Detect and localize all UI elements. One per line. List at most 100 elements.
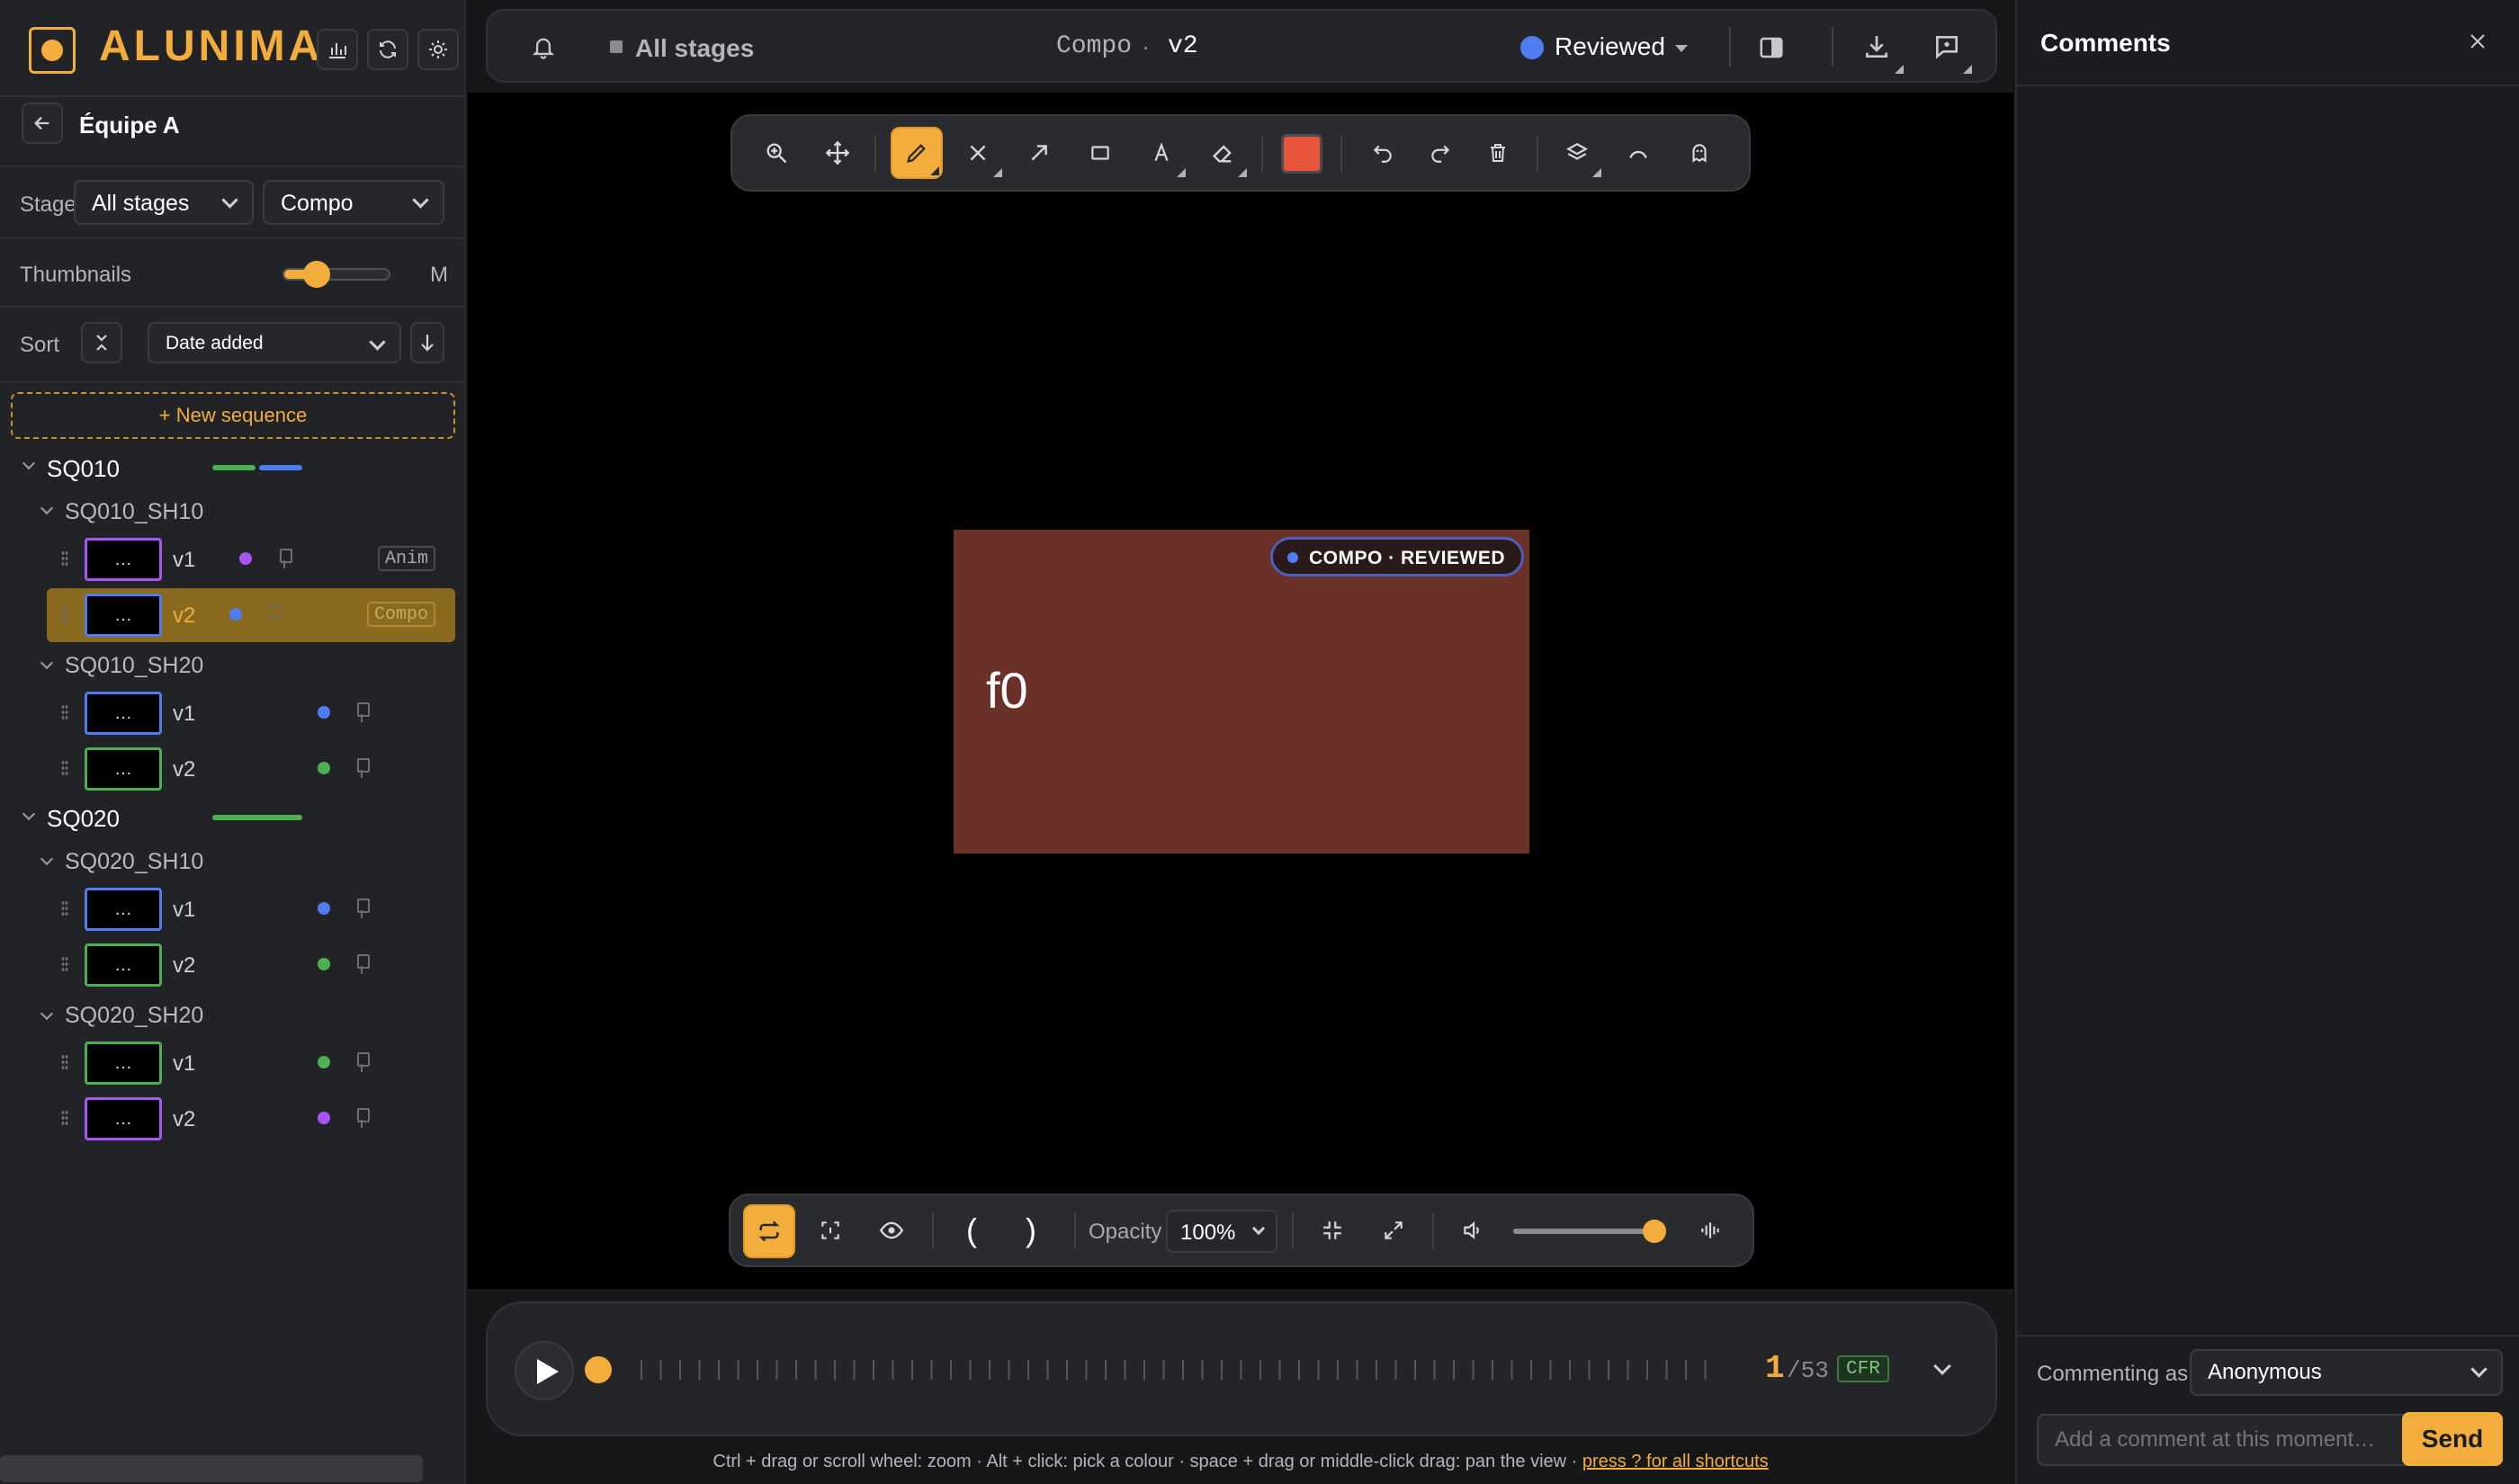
comment-input[interactable] bbox=[2037, 1414, 2416, 1466]
version-label[interactable]: v1 bbox=[173, 548, 195, 573]
pin-icon[interactable] bbox=[266, 604, 282, 624]
pin-icon[interactable] bbox=[354, 702, 370, 722]
sequence-name[interactable]: SQ010 bbox=[47, 455, 120, 483]
close-icon[interactable] bbox=[2467, 31, 2488, 52]
new-sequence-button[interactable]: + New sequence bbox=[11, 392, 455, 439]
play-button[interactable] bbox=[515, 1341, 574, 1400]
clear-button[interactable] bbox=[1472, 127, 1524, 179]
drag-handle-icon[interactable] bbox=[61, 704, 68, 720]
version-label[interactable]: v1 bbox=[173, 1051, 195, 1077]
version-label[interactable]: v2 bbox=[173, 603, 195, 629]
playhead[interactable] bbox=[585, 1356, 612, 1383]
stats-button[interactable] bbox=[317, 29, 358, 70]
fullscreen-button[interactable] bbox=[1367, 1204, 1420, 1256]
pin-icon[interactable] bbox=[354, 758, 370, 778]
drag-handle-icon[interactable] bbox=[61, 606, 68, 622]
zoom-tool-button[interactable] bbox=[750, 127, 802, 179]
version-label[interactable]: v2 bbox=[173, 1107, 195, 1132]
chevron-down-icon[interactable] bbox=[22, 807, 36, 821]
version-label[interactable]: v2 bbox=[173, 953, 195, 979]
version-label[interactable]: v1 bbox=[173, 898, 195, 923]
bell-icon[interactable] bbox=[531, 34, 556, 61]
mute-button[interactable] bbox=[1447, 1204, 1499, 1256]
opacity-select[interactable]: 100% bbox=[1166, 1210, 1277, 1253]
pin-icon[interactable] bbox=[354, 898, 370, 918]
back-button[interactable] bbox=[22, 103, 63, 144]
version-label[interactable]: v2 bbox=[173, 757, 195, 782]
drag-handle-icon[interactable] bbox=[61, 760, 68, 776]
drag-handle-icon[interactable] bbox=[61, 900, 68, 916]
fit-frame-button[interactable] bbox=[804, 1204, 856, 1256]
pen-tool-button[interactable] bbox=[891, 127, 943, 179]
volume-slider[interactable] bbox=[1513, 1220, 1666, 1243]
drag-handle-icon[interactable] bbox=[61, 1110, 68, 1126]
shot-name[interactable]: SQ010_SH20 bbox=[65, 653, 203, 679]
volume-handle[interactable] bbox=[1643, 1220, 1666, 1243]
comment-toggle-icon[interactable] bbox=[1932, 32, 1961, 61]
download-icon[interactable] bbox=[1862, 32, 1891, 61]
sidebar-scrollbar[interactable] bbox=[0, 1455, 423, 1482]
version-thumbnail[interactable]: … bbox=[85, 538, 162, 581]
version-thumbnail[interactable]: … bbox=[85, 594, 162, 637]
redo-button[interactable] bbox=[1414, 127, 1466, 179]
chevron-down-icon[interactable] bbox=[40, 656, 54, 670]
caret-down-icon[interactable] bbox=[1675, 45, 1688, 52]
collapse-all-button[interactable] bbox=[81, 322, 122, 363]
shortcuts-link[interactable]: press ? for all shortcuts bbox=[1582, 1452, 1769, 1471]
chevron-down-icon[interactable] bbox=[40, 501, 54, 515]
shot-name[interactable]: SQ020_SH20 bbox=[65, 1003, 203, 1029]
split-view-icon[interactable] bbox=[1758, 34, 1785, 61]
version-thumbnail[interactable]: … bbox=[85, 888, 162, 931]
sort-direction-button[interactable] bbox=[410, 322, 444, 363]
pin-icon[interactable] bbox=[354, 1052, 370, 1072]
version-thumbnail[interactable]: … bbox=[85, 1041, 162, 1085]
onion-skin-button[interactable] bbox=[1673, 127, 1726, 179]
drag-handle-icon[interactable] bbox=[61, 956, 68, 972]
thumbnail-size-slider[interactable] bbox=[282, 261, 390, 288]
pin-icon[interactable] bbox=[354, 1108, 370, 1128]
pin-icon[interactable] bbox=[354, 954, 370, 974]
mark-out-button[interactable]: ) bbox=[1026, 1211, 1036, 1249]
undo-button[interactable] bbox=[1357, 127, 1409, 179]
version-thumbnail[interactable]: … bbox=[85, 943, 162, 987]
eraser-tool-button[interactable] bbox=[1197, 127, 1249, 179]
pan-tool-button[interactable] bbox=[811, 127, 864, 179]
video-frame[interactable]: f0 COMPO · REVIEWED bbox=[954, 530, 1529, 854]
sort-select[interactable]: Date added bbox=[148, 322, 401, 363]
drag-handle-icon[interactable] bbox=[61, 1054, 68, 1070]
shot-name[interactable]: SQ010_SH10 bbox=[65, 499, 203, 525]
refresh-button[interactable] bbox=[367, 29, 408, 70]
version-thumbnail[interactable]: … bbox=[85, 692, 162, 735]
layers-button[interactable] bbox=[1551, 127, 1603, 179]
department-select[interactable]: Compo bbox=[263, 180, 444, 225]
status-dropdown[interactable]: Reviewed bbox=[1555, 32, 1665, 61]
commenter-select[interactable]: Anonymous bbox=[2190, 1349, 2503, 1396]
chevron-down-icon[interactable] bbox=[40, 1006, 54, 1021]
chevron-down-icon[interactable] bbox=[22, 456, 36, 470]
loop-button[interactable] bbox=[743, 1204, 795, 1258]
theme-toggle-button[interactable] bbox=[417, 29, 459, 70]
version-label[interactable]: v1 bbox=[173, 702, 195, 727]
chevron-down-icon[interactable] bbox=[40, 852, 54, 866]
thumbnail-size-handle[interactable] bbox=[303, 261, 330, 288]
version-thumbnail[interactable]: … bbox=[85, 1097, 162, 1140]
send-button[interactable]: Send bbox=[2402, 1412, 2503, 1466]
shot-name[interactable]: SQ020_SH10 bbox=[65, 849, 203, 875]
mark-in-button[interactable]: ( bbox=[966, 1211, 977, 1249]
rectangle-tool-button[interactable] bbox=[1074, 127, 1126, 179]
current-frame[interactable]: 1 bbox=[1765, 1350, 1785, 1387]
visibility-button[interactable] bbox=[865, 1204, 918, 1256]
arrow-tool-button[interactable] bbox=[1013, 127, 1065, 179]
smooth-stroke-button[interactable] bbox=[1612, 127, 1664, 179]
exit-fullscreen-button[interactable] bbox=[1306, 1204, 1358, 1256]
sequence-name[interactable]: SQ020 bbox=[47, 805, 120, 833]
pin-icon[interactable] bbox=[277, 549, 292, 568]
stage-filter[interactable]: All stages bbox=[635, 34, 754, 63]
cross-tool-button[interactable] bbox=[952, 127, 1004, 179]
waveform-button[interactable] bbox=[1684, 1204, 1736, 1256]
drag-handle-icon[interactable] bbox=[61, 550, 68, 567]
stage-select[interactable]: All stages bbox=[74, 180, 254, 225]
version-thumbnail[interactable]: … bbox=[85, 747, 162, 791]
color-swatch[interactable] bbox=[1281, 134, 1322, 174]
text-tool-button[interactable] bbox=[1135, 127, 1188, 179]
